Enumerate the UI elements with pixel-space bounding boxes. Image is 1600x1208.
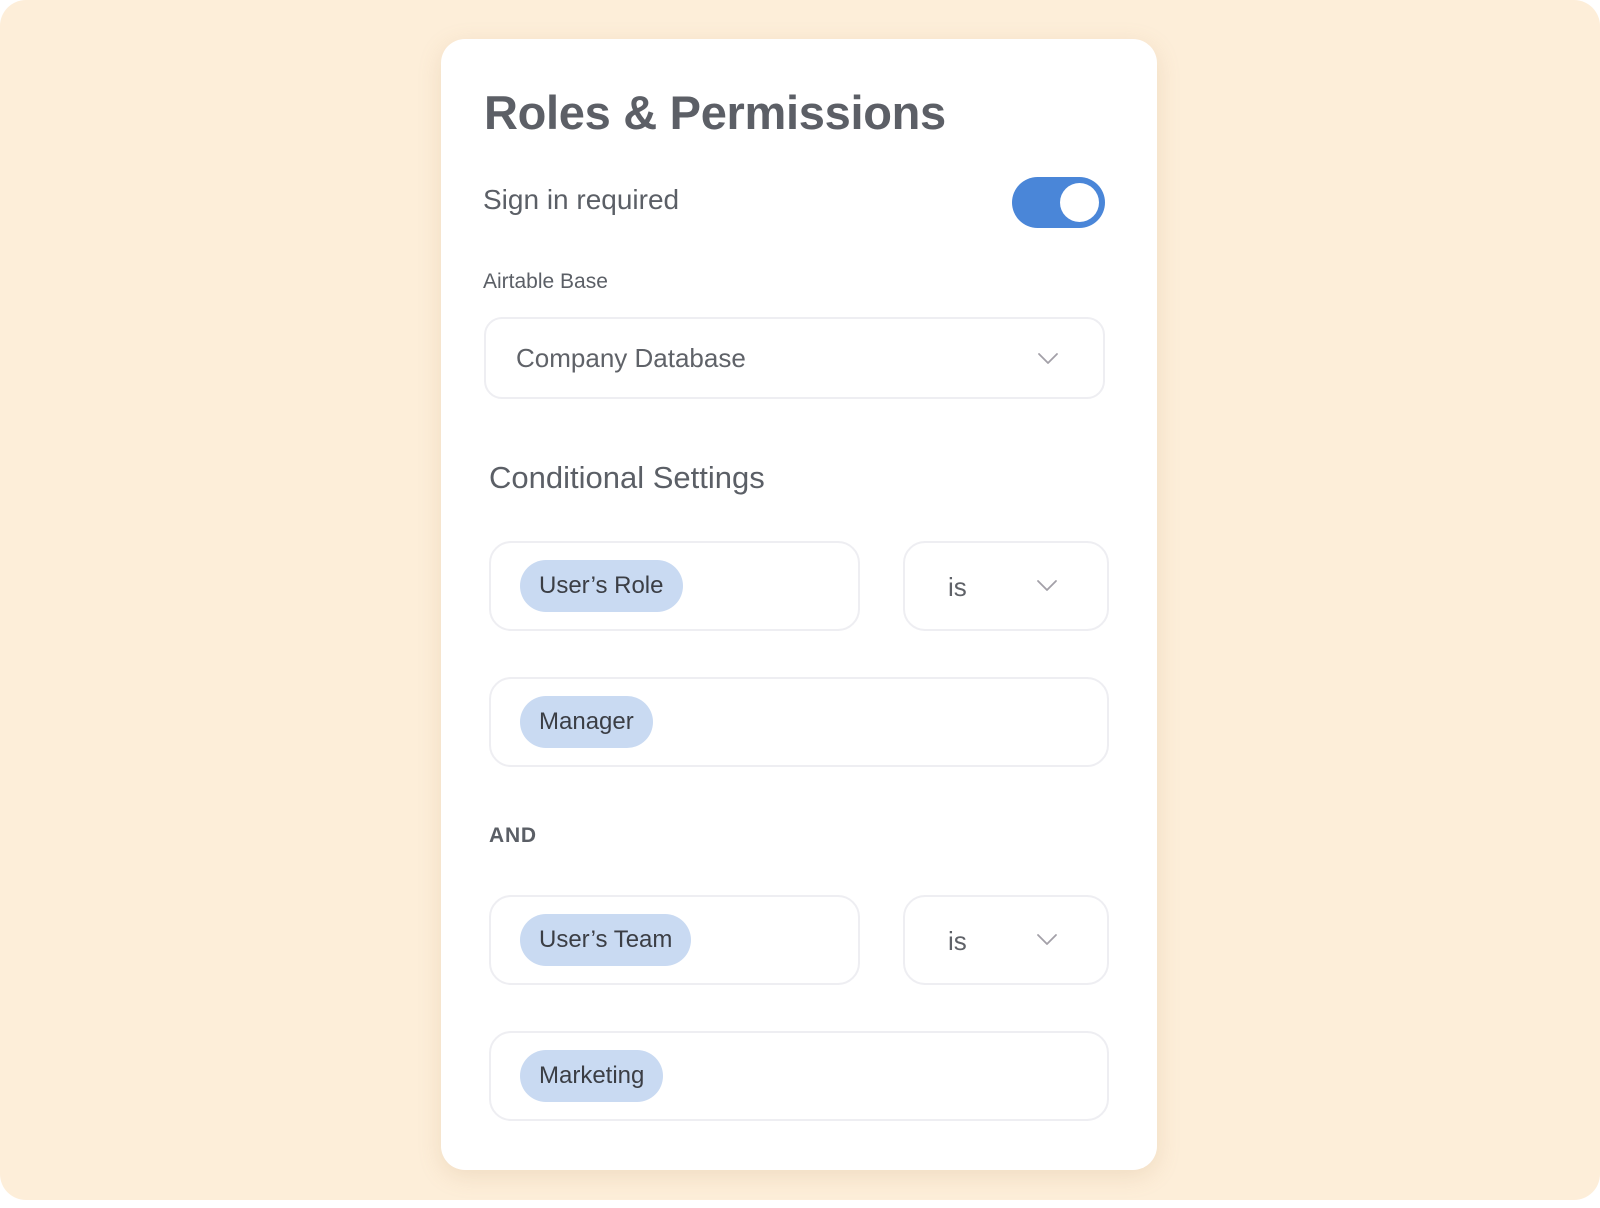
condition-1-value-chip[interactable]: Manager	[520, 696, 653, 748]
condition-2-value-chip[interactable]: Marketing	[520, 1050, 664, 1102]
condition-2-value-input[interactable]: Marketing	[489, 1031, 1109, 1121]
condition-1-value-input[interactable]: Manager	[489, 677, 1109, 767]
roles-permissions-card: Roles & Permissions Sign in required Air…	[441, 39, 1157, 1170]
condition-2-field-chip[interactable]: User’s Team	[520, 914, 692, 966]
sign-in-required-label: Sign in required	[483, 184, 680, 215]
condition-joiner-label: AND	[489, 824, 537, 847]
page-title: Roles & Permissions	[484, 86, 946, 139]
condition-2-operator-select[interactable]: is	[903, 895, 1109, 985]
chevron-down-icon	[1036, 579, 1058, 593]
toggle-knob	[1060, 183, 1099, 222]
condition-2-operator-value: is	[948, 926, 967, 956]
chevron-down-icon	[1036, 933, 1058, 947]
condition-1-operator-value: is	[948, 572, 967, 602]
airtable-base-label: Airtable Base	[483, 270, 608, 293]
condition-1-operator-select[interactable]: is	[903, 541, 1109, 631]
airtable-base-select[interactable]: Company Database	[484, 317, 1105, 399]
conditional-settings-title: Conditional Settings	[489, 460, 765, 495]
chevron-down-icon	[1037, 352, 1059, 366]
condition-2-field-input[interactable]: User’s Team	[489, 895, 860, 985]
condition-1-field-chip[interactable]: User’s Role	[520, 560, 683, 612]
airtable-base-selected-value: Company Database	[516, 343, 746, 373]
condition-1-field-input[interactable]: User’s Role	[489, 541, 860, 631]
sign-in-required-toggle[interactable]	[1012, 177, 1105, 228]
